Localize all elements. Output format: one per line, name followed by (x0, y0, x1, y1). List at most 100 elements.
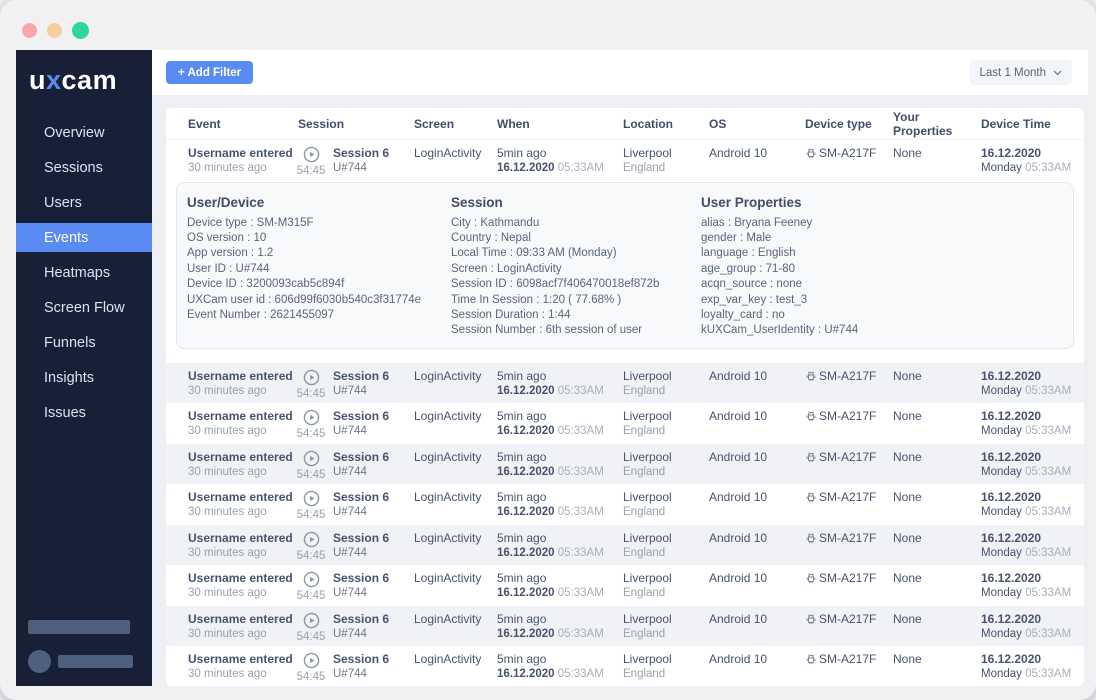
device-day: Monday (981, 628, 1022, 640)
event-detail-panel: User/Device Device type : SM-M315FOS ver… (176, 182, 1074, 349)
event-row[interactable]: Username entered 30 minutes ago 54:45 Se… (166, 140, 1084, 181)
session-length: 54:45 (297, 387, 326, 402)
device-model: SM-A217F (819, 369, 876, 384)
when-cell: 5min ago 16.12.2020 05:33AM (497, 450, 623, 485)
detail-line: Device type : SM-M315F (187, 216, 451, 231)
section-title: User Properties (701, 195, 1073, 210)
session-info: Session 6 U#744 (333, 652, 389, 686)
device-model: SM-A217F (819, 490, 876, 505)
event-row[interactable]: Username entered 30 minutes ago 54:45 Se… (166, 444, 1084, 485)
screen-cell: LoginActivity (414, 531, 497, 566)
detail-line: exp_var_key : test_3 (701, 293, 1073, 308)
device-day: Monday (981, 425, 1022, 437)
detail-line: Device ID : 3200093cab5c894f (187, 277, 451, 292)
session-info: Session 6 U#744 (333, 369, 389, 404)
device-type-cell: SM-A217F (805, 571, 893, 606)
event-cell: Username entered 30 minutes ago (188, 450, 298, 485)
main-content: + Add Filter Last 1 Month EventSessionSc… (152, 50, 1088, 686)
device-time: 05:33AM (1025, 506, 1071, 518)
session-cell: 54:45 Session 6 U#744 (298, 612, 414, 647)
session-play-button[interactable]: 54:45 (298, 652, 324, 686)
session-play-button[interactable]: 54:45 (298, 369, 324, 404)
add-filter-button[interactable]: + Add Filter (166, 61, 253, 84)
when-date: 16.12.2020 (497, 466, 555, 478)
sidebar-item-insights[interactable]: Insights (16, 363, 152, 392)
session-play-button[interactable]: 54:45 (298, 409, 324, 444)
when-cell: 5min ago 16.12.2020 05:33AM (497, 409, 623, 444)
close-button[interactable] (22, 23, 37, 38)
event-row[interactable]: Username entered 30 minutes ago 54:45 Se… (166, 525, 1084, 566)
session-play-button[interactable]: 54:45 (298, 146, 324, 181)
sidebar-item-heatmaps[interactable]: Heatmaps (16, 258, 152, 287)
minimize-button[interactable] (47, 23, 62, 38)
device-model: SM-A217F (819, 409, 876, 424)
event-subtitle: 30 minutes ago (188, 627, 298, 642)
screen-cell: LoginActivity (414, 450, 497, 485)
location-cell: Liverpool England (623, 409, 709, 444)
device-type-cell: SM-A217F (805, 612, 893, 647)
os-cell: Android 10 (709, 369, 805, 404)
avatar-placeholder (28, 650, 51, 673)
android-icon (805, 491, 817, 504)
event-row[interactable]: Username entered 30 minutes ago 54:45 Se… (166, 606, 1084, 647)
sidebar-item-funnels[interactable]: Funnels (16, 328, 152, 357)
session-play-button[interactable]: 54:45 (298, 490, 324, 525)
event-row[interactable]: Username entered 30 minutes ago 54:45 Se… (166, 484, 1084, 525)
sidebar-item-events[interactable]: Events (16, 223, 152, 252)
session-title: Session 6 (333, 490, 389, 505)
sidebar-item-sessions[interactable]: Sessions (16, 153, 152, 182)
your-properties-cell: None (893, 490, 981, 525)
device-day: Monday (981, 385, 1022, 397)
event-row[interactable]: Username entered 30 minutes ago 54:45 Se… (166, 403, 1084, 444)
your-properties-cell: None (893, 531, 981, 566)
sidebar-item-users[interactable]: Users (16, 188, 152, 217)
when-date: 16.12.2020 (497, 587, 555, 599)
zoom-button[interactable] (72, 22, 89, 39)
when-time: 05:33AM (558, 466, 604, 478)
location-cell: Liverpool England (623, 652, 709, 686)
session-play-button[interactable]: 54:45 (298, 571, 324, 606)
session-user-id: U#744 (333, 586, 389, 601)
session-info: Session 6 U#744 (333, 450, 389, 485)
device-type-cell: SM-A217F (805, 531, 893, 566)
device-model: SM-A217F (819, 612, 876, 627)
session-length: 54:45 (297, 589, 326, 604)
session-length: 54:45 (297, 427, 326, 442)
detail-line: Time In Session : 1:20 ( 77.68% ) (451, 293, 701, 308)
event-cell: Username entered 30 minutes ago (188, 490, 298, 525)
device-time-cell: 16.12.2020 Monday 05:33AM (981, 146, 1084, 181)
android-icon (805, 613, 817, 626)
session-cell: 54:45 Session 6 U#744 (298, 531, 414, 566)
detail-line: Session Number : 6th session of user (451, 323, 701, 338)
location-cell: Liverpool England (623, 450, 709, 485)
play-icon (303, 531, 320, 548)
detail-line: Country : Nepal (451, 231, 701, 246)
sidebar-item-screen-flow[interactable]: Screen Flow (16, 293, 152, 322)
when-date: 16.12.2020 (497, 547, 555, 559)
device-type-cell: SM-A217F (805, 369, 893, 404)
date-range-selector[interactable]: Last 1 Month (970, 60, 1072, 85)
when-time: 05:33AM (558, 547, 604, 559)
skeleton-bar (58, 655, 133, 668)
session-play-button[interactable]: 54:45 (298, 450, 324, 485)
session-play-button[interactable]: 54:45 (298, 531, 324, 566)
os-cell: Android 10 (709, 612, 805, 647)
event-title: Username entered (188, 571, 298, 586)
event-title: Username entered (188, 450, 298, 465)
device-day: Monday (981, 162, 1022, 174)
session-play-button[interactable]: 54:45 (298, 612, 324, 647)
device-day: Monday (981, 466, 1022, 478)
event-row[interactable]: Username entered 30 minutes ago 54:45 Se… (166, 565, 1084, 606)
detail-line: kUXCam_UserIdentity : U#744 (701, 323, 1073, 338)
column-header-device-time: Device Time (981, 117, 1084, 131)
session-user-id: U#744 (333, 424, 389, 439)
event-row[interactable]: Username entered 30 minutes ago 54:45 Se… (166, 363, 1084, 404)
sidebar-item-issues[interactable]: Issues (16, 398, 152, 427)
session-cell: 54:45 Session 6 U#744 (298, 146, 414, 181)
screen-cell: LoginActivity (414, 612, 497, 647)
device-time-cell: 16.12.2020 Monday 05:33AM (981, 571, 1084, 606)
your-properties-cell: None (893, 146, 981, 181)
event-row[interactable]: Username entered 30 minutes ago 54:45 Se… (166, 646, 1084, 686)
sidebar-item-overview[interactable]: Overview (16, 118, 152, 147)
session-info: Session 6 U#744 (333, 490, 389, 525)
